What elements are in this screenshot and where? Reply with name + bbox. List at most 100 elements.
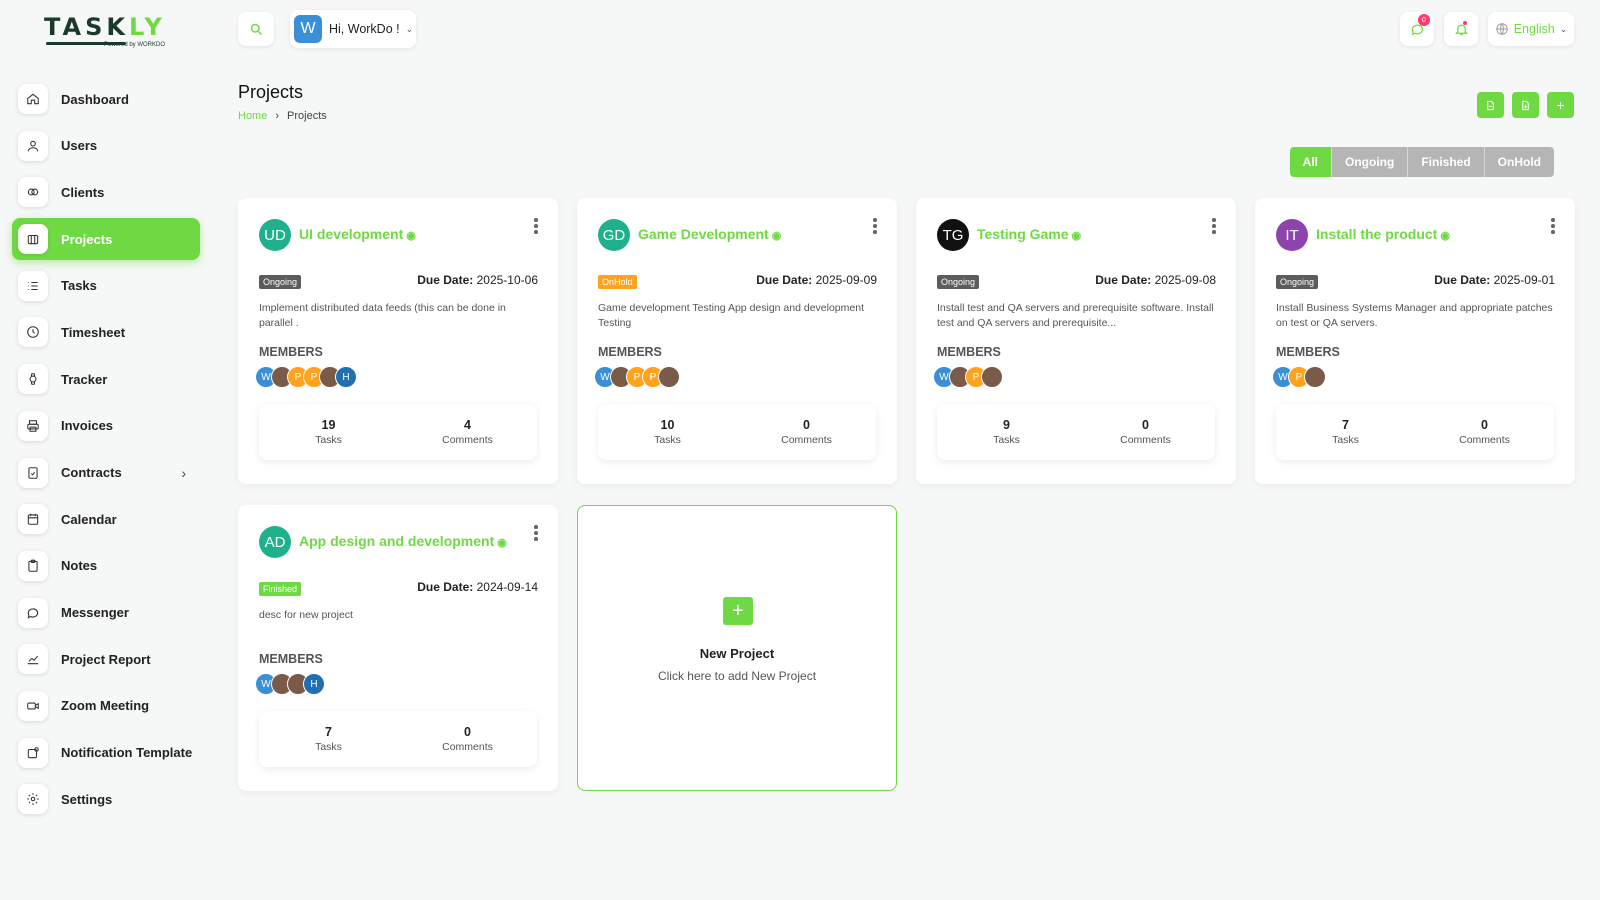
add-project-button[interactable]: +: [1547, 92, 1574, 118]
more-options-icon[interactable]: [534, 525, 538, 543]
filter-all[interactable]: All: [1289, 147, 1332, 177]
user-menu-button[interactable]: W Hi, WorkDo ! ⌄: [290, 10, 416, 48]
filter-finished[interactable]: Finished: [1408, 147, 1485, 177]
due-date: Due Date: 2025-09-09: [756, 273, 877, 287]
filter-ongoing[interactable]: Ongoing: [1332, 147, 1409, 177]
sidebar-item-tasks[interactable]: Tasks: [12, 265, 200, 307]
members-label: MEMBERS: [1276, 345, 1340, 359]
project-avatar: IT: [1276, 219, 1308, 251]
more-options-icon[interactable]: [534, 218, 538, 236]
file-export-icon: [1487, 100, 1494, 110]
sidebar-item-contracts[interactable]: Contracts ›: [12, 452, 200, 494]
sidebar-item-zoom-meeting[interactable]: Zoom Meeting: [12, 685, 200, 727]
import-button[interactable]: [1512, 92, 1539, 118]
project-name[interactable]: App design and development ◉: [299, 533, 507, 549]
sidebar-item-clients[interactable]: Clients: [12, 171, 200, 213]
eye-icon[interactable]: ◉: [1072, 230, 1082, 242]
filter-onhold[interactable]: OnHold: [1484, 147, 1554, 177]
sidebar-item-notes[interactable]: Notes: [12, 545, 200, 587]
members-label: MEMBERS: [259, 652, 323, 666]
project-name[interactable]: Game Development ◉: [638, 226, 781, 242]
eye-icon[interactable]: ◉: [406, 230, 416, 242]
project-name[interactable]: Install the product ◉: [1316, 226, 1450, 242]
taskly-logo[interactable]: TASKLY Powered by WORKDO: [44, 14, 174, 54]
member-avatar-photo[interactable]: [658, 366, 680, 388]
member-avatar-photo[interactable]: [1304, 366, 1326, 388]
sidebar-item-label: Invoices: [61, 418, 114, 434]
member-avatars: W P: [933, 366, 1003, 388]
member-avatar-photo[interactable]: [981, 366, 1003, 388]
sidebar-item-tracker[interactable]: Tracker: [12, 358, 200, 400]
clipboard-icon: [18, 550, 48, 581]
members-label: MEMBERS: [259, 345, 323, 359]
project-name[interactable]: UI development ◉: [299, 226, 416, 242]
more-options-icon[interactable]: [1212, 218, 1216, 236]
project-stats: 19 Tasks 4 Comments: [259, 404, 537, 460]
sidebar-item-label: Timesheet: [61, 324, 126, 340]
eye-icon[interactable]: ◉: [1440, 230, 1450, 242]
sidebar-item-notification-template[interactable]: Notification Template: [12, 732, 200, 774]
sidebar-item-users[interactable]: Users: [12, 125, 200, 167]
page-actions: +: [1477, 92, 1574, 118]
home-icon: [18, 84, 48, 114]
eye-icon[interactable]: ◉: [497, 537, 507, 549]
search-button[interactable]: [238, 12, 274, 46]
video-icon: [18, 690, 48, 721]
sidebar-item-label: Projects: [61, 231, 113, 247]
comments-stat: 0 Comments: [781, 418, 832, 446]
sidebar-item-label: Tracker: [61, 371, 108, 387]
file-import-icon: [1522, 100, 1529, 110]
member-avatar[interactable]: H: [303, 673, 325, 695]
tasks-stat: 7 Tasks: [315, 725, 342, 753]
page-title: Projects: [238, 82, 304, 102]
status-filter-tabs: All Ongoing Finished OnHold: [1289, 147, 1554, 177]
project-avatar: TG: [937, 219, 969, 251]
chevron-right-icon: ›: [181, 464, 186, 481]
status-badge: Ongoing: [259, 275, 302, 289]
tasks-stat: 19 Tasks: [315, 418, 342, 446]
member-avatars: W P P: [594, 366, 680, 388]
plus-icon: +: [1556, 97, 1565, 113]
due-date: Due Date: 2025-10-06: [417, 273, 538, 287]
new-project-card[interactable]: + New Project Click here to add New Proj…: [577, 505, 897, 791]
members-label: MEMBERS: [598, 345, 662, 359]
sidebar: TASKLY Powered by WORKDO Dashboard Users…: [0, 0, 210, 900]
more-options-icon[interactable]: [873, 218, 877, 236]
notifications-button[interactable]: [1444, 12, 1478, 46]
messages-button[interactable]: 0: [1400, 12, 1434, 46]
message-count-badge: 0: [1418, 14, 1430, 26]
export-button[interactable]: [1477, 92, 1504, 118]
comments-stat: 0 Comments: [1459, 418, 1510, 446]
status-badge: Finished: [259, 582, 302, 596]
project-card: IT Install the product ◉ Ongoing Due Date…: [1255, 198, 1575, 484]
sidebar-item-project-report[interactable]: Project Report: [12, 638, 200, 680]
sidebar-item-dashboard[interactable]: Dashboard: [12, 78, 200, 120]
chevron-down-icon: ⌄: [405, 23, 414, 34]
more-options-icon[interactable]: [1551, 218, 1555, 236]
sidebar-item-timesheet[interactable]: Timesheet: [12, 311, 200, 353]
member-avatar[interactable]: H: [335, 366, 357, 388]
eye-icon[interactable]: ◉: [772, 230, 782, 242]
sidebar-item-label: Dashboard: [61, 91, 129, 107]
language-selector[interactable]: English ⌄: [1488, 12, 1574, 46]
tracker-icon: [18, 364, 48, 395]
sidebar-item-messenger[interactable]: Messenger: [12, 592, 200, 634]
user-icon: [18, 130, 48, 161]
clock-icon: [18, 317, 48, 348]
breadcrumb-home[interactable]: Home: [238, 110, 267, 122]
project-description: Implement distributed data feeds (this c…: [259, 302, 506, 329]
printer-icon: [18, 410, 48, 441]
sidebar-item-calendar[interactable]: Calendar: [12, 498, 200, 540]
project-description: Install Business Systems Manager and app…: [1276, 302, 1553, 329]
sidebar-item-projects[interactable]: Projects: [12, 218, 200, 261]
notification-icon: [18, 737, 48, 768]
calendar-icon: [18, 504, 48, 535]
sidebar-item-invoices[interactable]: Invoices: [12, 405, 200, 447]
due-date: Due Date: 2024-09-14: [417, 580, 538, 594]
project-stats: 9 Tasks 0 Comments: [937, 404, 1215, 460]
members-label: MEMBERS: [937, 345, 1001, 359]
sidebar-item-settings[interactable]: Settings: [12, 778, 200, 820]
project-name[interactable]: Testing Game ◉: [977, 226, 1081, 242]
sidebar-item-label: Project Report: [61, 651, 151, 667]
tasks-stat: 7 Tasks: [1332, 418, 1359, 446]
